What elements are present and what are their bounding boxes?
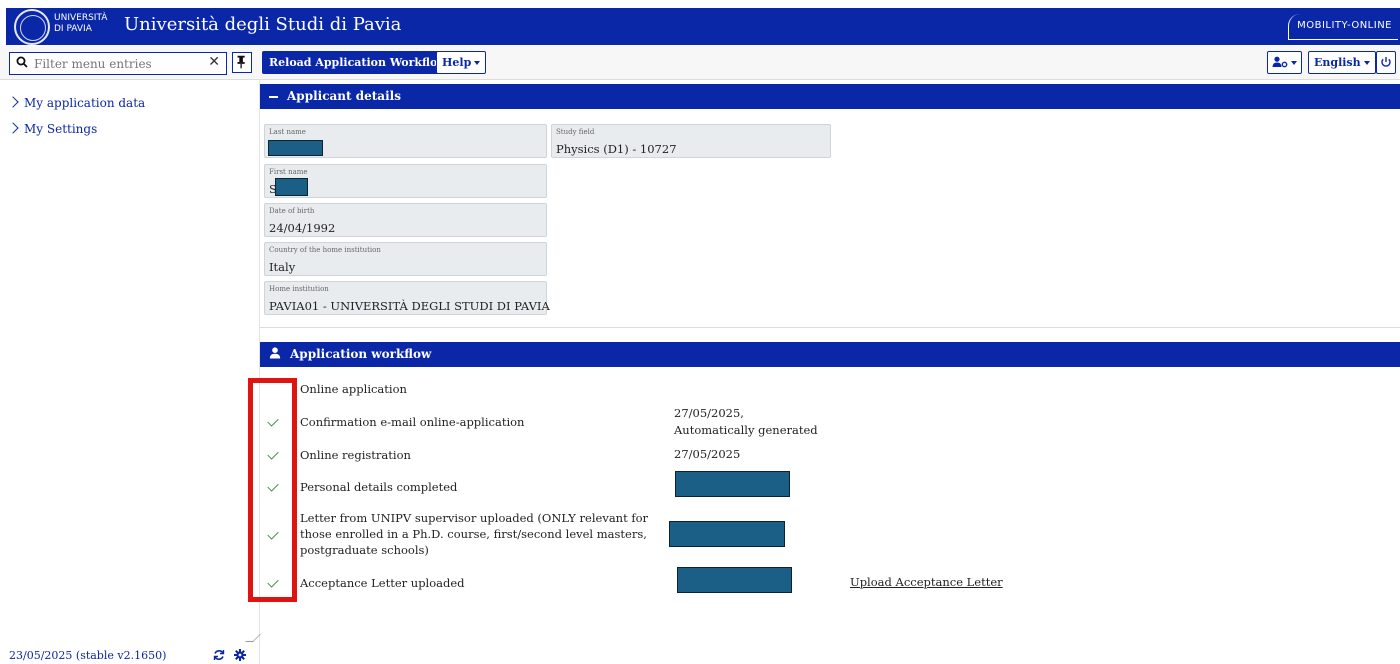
workflow-step-confirmation-email: Confirmation e-mail online-application [300, 414, 660, 430]
sidebar-item-my-application-data[interactable]: My application data [7, 96, 146, 110]
workflow-step-acceptance-letter: Acceptance Letter uploaded [300, 575, 660, 591]
date-of-birth-value: 24/04/1992 [269, 221, 336, 235]
workflow-step-supervisor-letter: Letter from UNIPV supervisor uploaded (O… [300, 510, 665, 558]
workflow-step-label: Letter from UNIPV supervisor uploaded (O… [300, 511, 649, 557]
pin-icon [237, 55, 245, 69]
application-workflow-title: Application workflow [290, 347, 432, 361]
filter-menu-input[interactable] [34, 55, 204, 72]
workflow-step-label: Online registration [300, 448, 411, 462]
sidebar-resize-handle[interactable] [245, 634, 261, 642]
help-label: Help [442, 56, 472, 69]
redaction-block [677, 567, 792, 593]
home-country-value: Italy [269, 260, 296, 274]
highlight-annotation-box [248, 378, 297, 602]
home-institution-field: Home institution PAVIA01 - UNIVERSITÀ DE… [264, 281, 550, 315]
date-of-birth-field: Date of birth 24/04/1992 [264, 203, 547, 237]
redaction-block [268, 140, 323, 156]
workflow-step-label: Personal details completed [300, 480, 458, 494]
reload-workflow-label: Reload Application Workflow [269, 56, 447, 69]
sidebar-item-label: My Settings [24, 122, 98, 136]
user-icon [269, 347, 281, 359]
first-name-label: First name [269, 168, 308, 176]
workflow-step-date: 27/05/2025, Automatically generated [674, 405, 818, 439]
workflow-step-label: Acceptance Letter uploaded [300, 576, 465, 590]
chevron-down-icon [1291, 61, 1297, 65]
workflow-step-personal-details: Personal details completed [300, 479, 660, 495]
top-header: UNIVERSITÀ DI PAVIA Università degli Stu… [0, 0, 1400, 46]
chevron-down-icon [1363, 61, 1370, 65]
workflow-date-line: 27/05/2025, [674, 406, 744, 420]
mobility-online-logo[interactable]: MOBILITY-ONLINE [1288, 14, 1398, 40]
language-label: English [1314, 56, 1361, 69]
date-of-birth-label: Date of birth [269, 207, 315, 215]
redaction-block [675, 471, 790, 497]
brand-text: MOBILITY-ONLINE [1297, 20, 1392, 31]
home-country-label: Country of the home institution [269, 246, 381, 254]
power-icon [1381, 57, 1391, 67]
workflow-step-date: 27/05/2025 [674, 447, 741, 461]
university-seal-logo[interactable] [14, 9, 50, 45]
search-icon [16, 56, 28, 68]
sidebar-item-my-settings[interactable]: My Settings [7, 122, 98, 136]
logo-line-2: DI PAVIA [54, 24, 92, 34]
user-gear-icon [1272, 56, 1288, 68]
reload-workflow-button[interactable]: Reload Application Workflow [262, 51, 454, 74]
study-field-label: Study field [556, 128, 595, 136]
filter-menu-box: ✕ [9, 52, 227, 75]
home-institution-label: Home institution [269, 285, 329, 293]
workflow-date-note: Automatically generated [674, 423, 818, 437]
toolbar: ✕ Reload Application Workflow Help Engli… [0, 46, 1400, 80]
first-name-field: First name S [264, 164, 547, 198]
home-institution-value: PAVIA01 - UNIVERSITÀ DEGLI STUDI DI PAVI… [269, 299, 550, 313]
study-field-field: Study field Physics (D1) - 10727 [551, 124, 831, 158]
pin-menu-button[interactable] [232, 52, 252, 73]
applicant-details-title: Applicant details [287, 89, 401, 103]
workflow-step-label: Confirmation e-mail online-application [300, 415, 525, 429]
upload-acceptance-letter-link[interactable]: Upload Acceptance Letter [850, 575, 1003, 589]
gear-icon[interactable] [234, 649, 246, 661]
site-title[interactable]: Università degli Studi di Pavia [124, 14, 401, 35]
chevron-right-icon [7, 96, 19, 108]
help-dropdown-button[interactable]: Help [436, 51, 487, 74]
study-field-value: Physics (D1) - 10727 [556, 142, 677, 156]
workflow-step-label: Online application [300, 382, 407, 396]
workflow-step-online-registration: Online registration [300, 447, 660, 463]
redaction-block [275, 178, 308, 196]
applicant-details-header[interactable]: Applicant details [260, 84, 1400, 109]
language-dropdown-button[interactable]: English [1308, 51, 1376, 74]
home-country-field: Country of the home institution Italy [264, 242, 547, 276]
sidebar-item-label: My application data [24, 96, 146, 110]
collapse-icon [269, 95, 278, 98]
workflow-step-online-application: Online application [300, 381, 660, 397]
section-divider [260, 327, 1400, 328]
sidebar: My application data My Settings 23/05/20… [0, 80, 261, 664]
user-settings-dropdown-button[interactable] [1267, 51, 1302, 74]
last-name-field: Last name [264, 124, 547, 158]
logo-line-1: UNIVERSITÀ [54, 13, 108, 23]
header-bar: UNIVERSITÀ DI PAVIA Università degli Stu… [6, 8, 1400, 45]
clear-filter-icon[interactable]: ✕ [208, 54, 220, 70]
university-logo-text: UNIVERSITÀ DI PAVIA [54, 13, 107, 35]
version-info: 23/05/2025 (stable v2.1650) [9, 649, 167, 662]
redaction-block [669, 521, 785, 547]
application-workflow-header[interactable]: Application workflow [260, 342, 1400, 367]
last-name-label: Last name [269, 128, 306, 136]
logout-button[interactable] [1376, 51, 1396, 74]
refresh-icon[interactable] [213, 649, 225, 661]
chevron-right-icon [7, 122, 19, 134]
chevron-down-icon [474, 61, 481, 65]
